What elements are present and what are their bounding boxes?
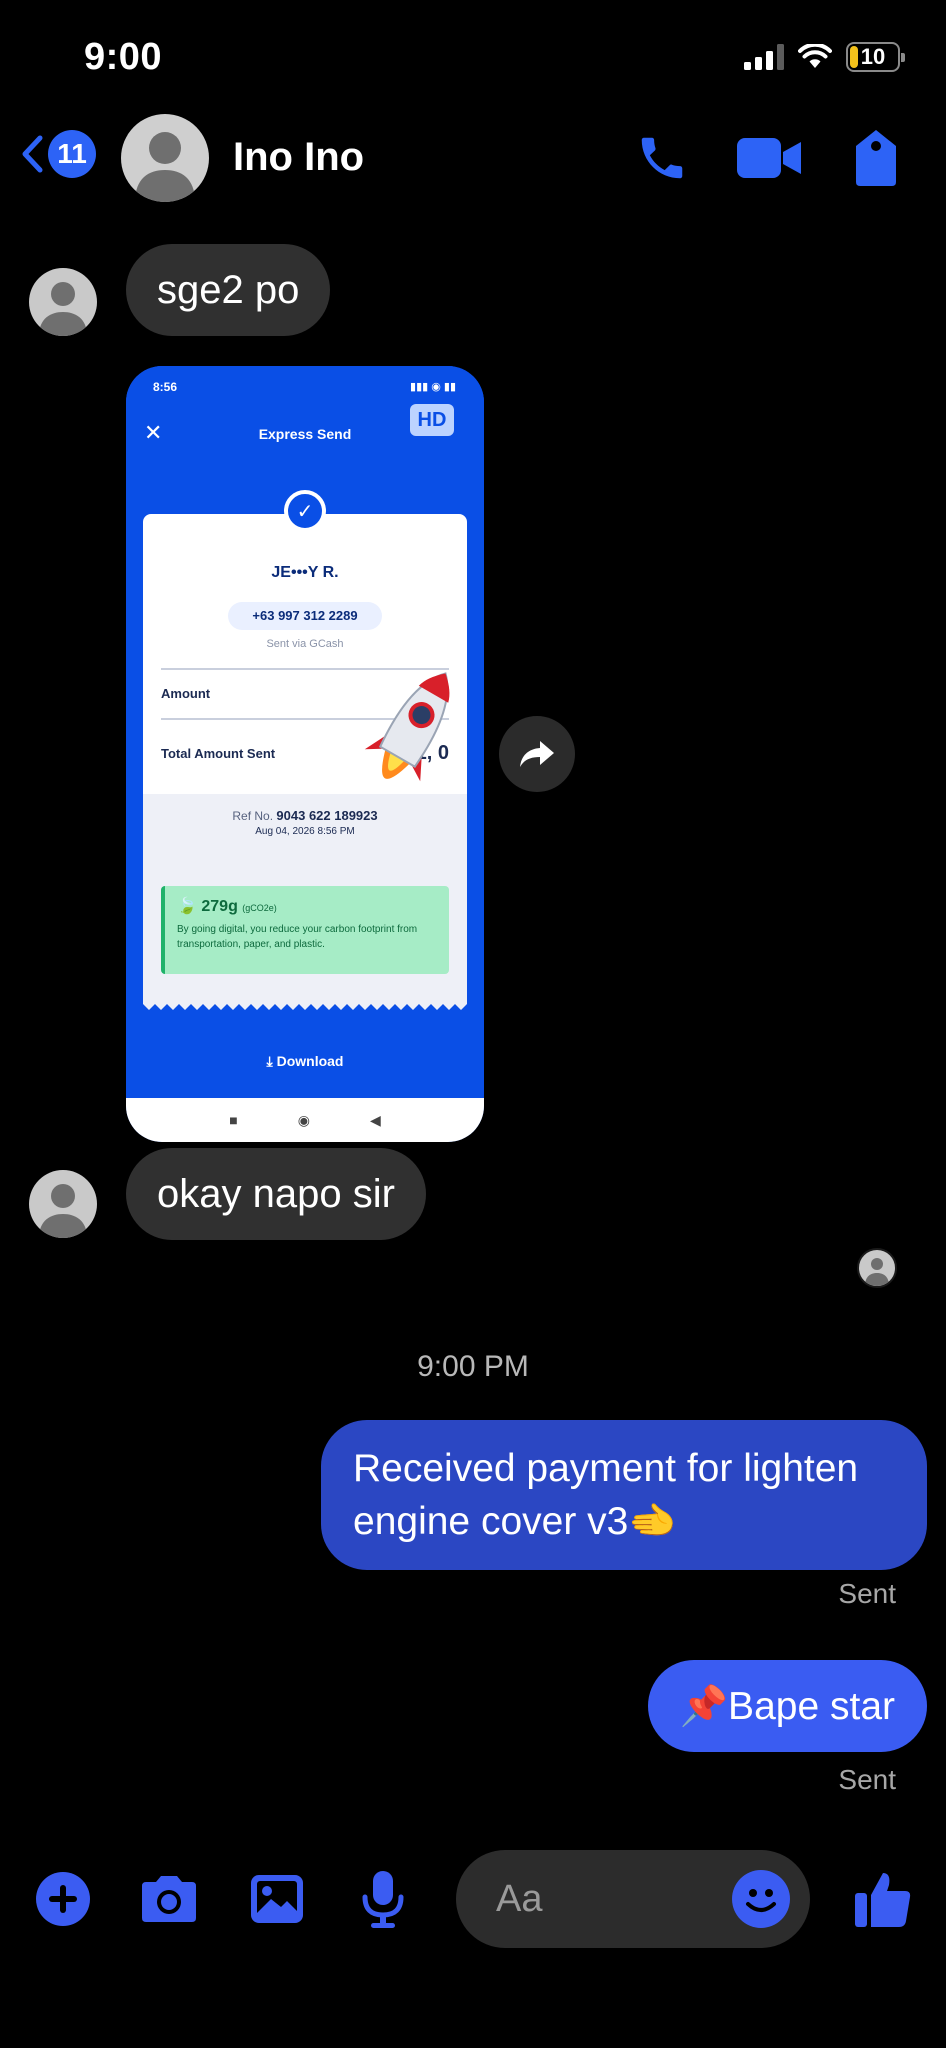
tag-icon (856, 130, 896, 186)
receipt-torn-edge (143, 996, 467, 1010)
receipt-sent-via: Sent via GCash (266, 638, 344, 650)
eco-grams: 279g (201, 898, 238, 915)
wifi-icon (798, 44, 832, 68)
gallery-button[interactable] (246, 1868, 308, 1930)
like-button[interactable] (852, 1868, 914, 1930)
receipt-download: ⤓ Download (266, 1053, 344, 1069)
message-input-placeholder: Aa (496, 1878, 543, 1920)
photo-icon (251, 1875, 303, 1923)
total-label: Total Amount Sent (161, 746, 276, 761)
success-check-icon: ✓ (284, 490, 326, 532)
android-nav-bar: ■ ◉ ◀ (126, 1098, 484, 1142)
battery-level: 10 (860, 44, 886, 69)
receipt-phone: +63 997 312 2289 (228, 602, 382, 630)
thumbs-up-icon (855, 1873, 911, 1927)
rocket-sticker (364, 672, 450, 782)
receipt-recipient: JE•••Y R. (271, 564, 339, 581)
battery-icon: 10 (846, 42, 905, 72)
eco-unit: (gCO2e) (242, 903, 277, 913)
video-call-button[interactable] (736, 128, 804, 188)
message-timestamp: 9:00 PM (417, 1350, 529, 1383)
chevron-left-icon (22, 135, 43, 173)
carbon-savings-box: 🍃 279g (gCO2e) By going digital, you red… (161, 886, 449, 974)
message-input[interactable]: Aa (456, 1850, 810, 1948)
download-icon: ⤓ (266, 1053, 273, 1069)
home-icon: ◉ (297, 1111, 310, 1128)
receipt-ref: Ref No. 9043 622 189923 (126, 808, 484, 823)
smiley-icon (746, 1889, 776, 1912)
voice-message-button[interactable] (352, 1868, 414, 1930)
cellular-signal-icon (744, 44, 784, 70)
back-button[interactable]: 11 (20, 130, 96, 178)
sender-avatar[interactable] (29, 268, 97, 336)
ref-label: Ref No. (232, 809, 274, 823)
microphone-icon (362, 1871, 404, 1928)
message-bubble-incoming[interactable]: sge2 po (126, 244, 331, 336)
message-bubble-incoming[interactable]: okay napo sir (126, 1148, 426, 1240)
emoji-button[interactable] (732, 1870, 790, 1928)
forward-button[interactable] (499, 716, 575, 792)
voice-call-button[interactable] (632, 128, 692, 188)
message-bubble-outgoing[interactable]: Received payment for lighten engine cove… (321, 1420, 927, 1570)
read-receipt-avatar (857, 1248, 897, 1288)
phone-icon (641, 137, 683, 179)
video-camera-icon (737, 138, 801, 178)
share-arrow-icon (520, 741, 554, 767)
recents-icon: ■ (229, 1112, 238, 1128)
camera-button[interactable] (138, 1868, 200, 1930)
back-triangle-icon: ◀ (369, 1111, 381, 1128)
message-status: Sent (838, 1764, 896, 1795)
receipt-date: Aug 04, 2026 8:56 PM (255, 826, 355, 837)
status-indicators: 10 (744, 42, 905, 72)
eco-text: By going digital, you reduce your carbon… (177, 924, 418, 950)
contact-avatar[interactable] (121, 114, 209, 202)
plus-circle-icon (36, 1872, 90, 1926)
message-bubble-outgoing[interactable]: 📌Bape star (647, 1660, 927, 1752)
leaf-icon: 🍃 (177, 898, 197, 915)
contact-name[interactable]: Ino Ino (233, 135, 364, 180)
message-status: Sent (838, 1578, 896, 1609)
sender-avatar[interactable] (29, 1170, 97, 1238)
camera-icon (142, 1876, 196, 1922)
receipt-status-icons: ▮▮▮ ◉ ▮▮ (410, 381, 456, 393)
unread-count-badge: 11 (48, 130, 96, 178)
hd-badge[interactable]: HD (410, 404, 454, 436)
tag-button[interactable] (846, 128, 906, 188)
ref-number: 9043 622 189923 (276, 808, 378, 823)
add-button[interactable] (32, 1868, 94, 1930)
status-time: 9:00 (84, 36, 163, 78)
amount-label: Amount (161, 686, 211, 701)
